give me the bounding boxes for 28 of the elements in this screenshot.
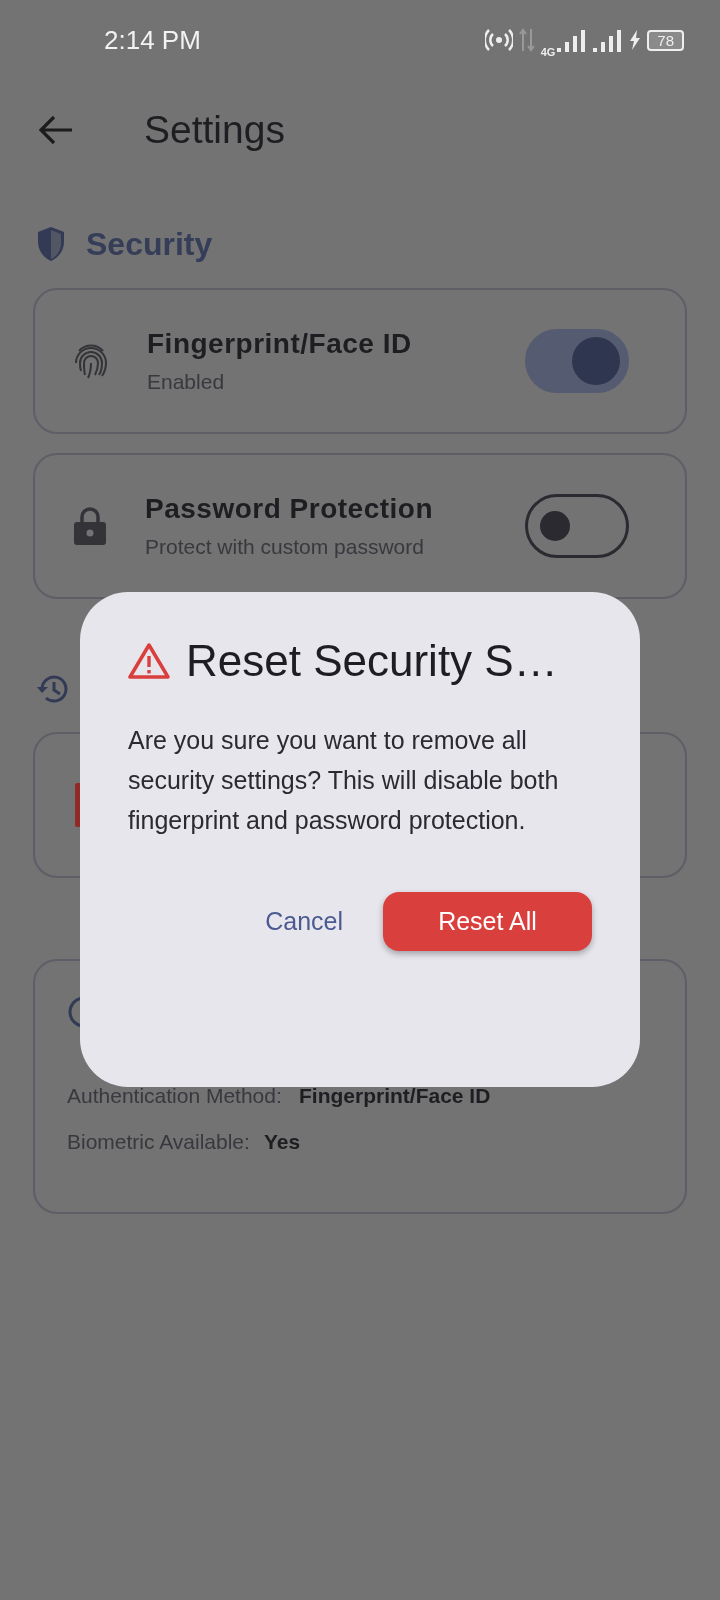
charging-icon [629,30,642,50]
dialog-title: Reset Security S… [186,636,558,686]
reset-button[interactable]: Reset All [383,892,592,951]
cancel-button[interactable]: Cancel [265,897,343,946]
shield-icon [36,226,66,262]
history-icon [36,673,70,705]
hotspot-icon [484,28,513,52]
info-value: Fingerprint/Face ID [299,1083,491,1109]
data-arrows-icon [518,27,535,53]
page-title: Settings [144,108,285,152]
setting-subtitle: Enabled [147,370,226,394]
toggle-switch[interactable] [525,494,629,558]
back-icon[interactable] [38,115,74,145]
dialog-message: Are you sure you want to remove all security settings? This will disable both fingerprint and password protection. [128,725,560,836]
lock-icon [73,506,107,546]
warning-icon [128,642,170,680]
setting-title: Password Protection [145,493,434,525]
signal-icon [593,28,624,52]
network-type-label: 4G [540,46,556,58]
setting-title: Fingerprint/Face ID [147,328,413,360]
info-value: Yes [263,1129,301,1155]
status-time: 2:14 PM [104,24,201,56]
section-title: Security [86,225,213,263]
info-label: Biometric Available: [67,1129,250,1155]
signal-icon [557,28,588,52]
info-label: Authentication Method: [67,1083,283,1109]
setting-subtitle: Protect with custom password [145,535,425,559]
battery-level: 78 [647,29,684,51]
